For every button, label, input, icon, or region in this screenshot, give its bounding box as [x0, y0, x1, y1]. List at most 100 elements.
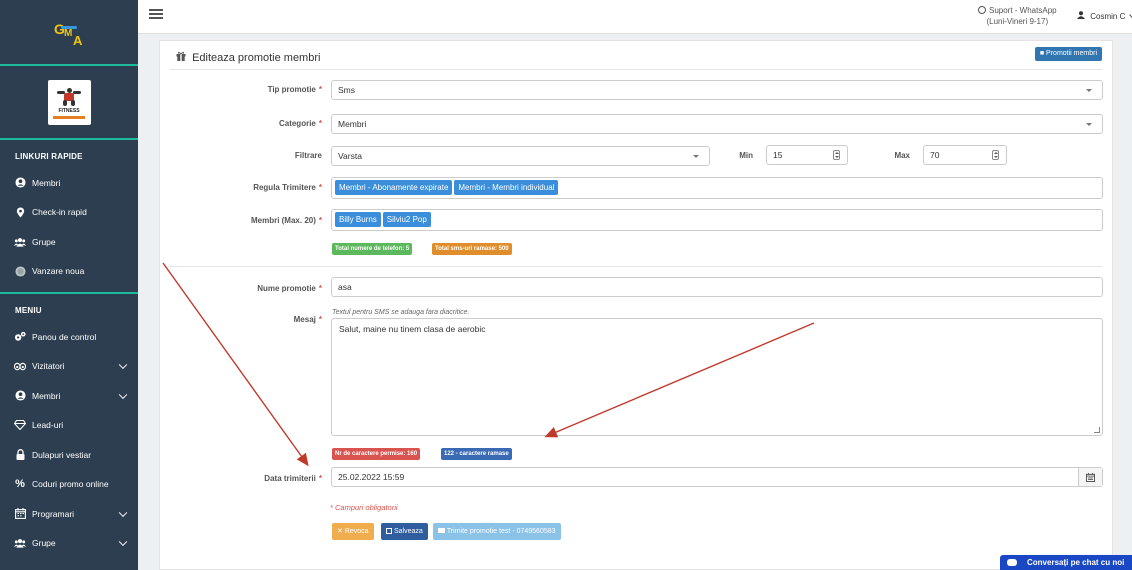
calendar-button[interactable] [1078, 468, 1102, 486]
required-fields-note: * Campuri obligatorii [330, 503, 398, 512]
gym-logo-text: FITNESS [58, 107, 80, 114]
calendar-icon [1086, 472, 1095, 482]
gift-icon [176, 51, 186, 64]
support-whatsapp-link[interactable]: Suport - WhatsApp (Luni-Vineri 9-17) [978, 5, 1057, 27]
menu-item-dulapuri-vestiar[interactable]: Dulapuri vestiar [0, 440, 138, 470]
chevron-down-icon [118, 390, 128, 399]
mesaj-label: Mesaj * [293, 315, 322, 324]
topbar: Suport - WhatsApp (Luni-Vineri 9-17) Cos… [138, 0, 1132, 34]
nume-promotie-label: Nume promotie * [257, 284, 322, 293]
quick-link-vanzare-noua[interactable]: Vanzare noua [0, 257, 138, 287]
quick-link-grupe[interactable]: Grupe [0, 227, 138, 257]
membri-label: Membri (Max. 20) * [250, 216, 322, 225]
eye-icon [14, 360, 26, 372]
menu-item-panou-de-control[interactable]: Panou de control [0, 322, 138, 352]
menu-item-programari[interactable]: Programari [0, 499, 138, 529]
user-circle-icon [14, 177, 26, 189]
gym-logo-area: FITNESS [0, 66, 138, 140]
user-menu[interactable]: Cosmin C [1077, 11, 1132, 21]
close-icon: ✕ [337, 528, 343, 535]
caret-down-icon [1086, 89, 1092, 92]
quick-link-label: Check-in rapid [32, 207, 87, 218]
page-title: Editeaza promotie membri [176, 51, 320, 64]
regula-tag[interactable]: Membri - Abonamente expirate [335, 180, 453, 195]
regula-trimitere-multiselect[interactable]: Membri - Abonamente expirate Membri - Mem… [331, 177, 1103, 199]
max-age-input[interactable]: 70 [923, 145, 1007, 165]
regula-tag[interactable]: Membri - Membri individual [454, 180, 559, 195]
chevron-down-icon [118, 537, 128, 547]
brand-logo[interactable]: GMA [0, 0, 138, 66]
users-icon [14, 537, 26, 549]
user-icon [1077, 11, 1085, 21]
map-pin-icon [14, 206, 26, 218]
gma-logo-icon: GMA [54, 21, 83, 48]
menu-item-label: Programari [32, 508, 75, 519]
quick-link-check-in[interactable]: Check-in rapid [0, 198, 138, 228]
mesaj-textarea[interactable]: Salut, maine nu tinem clasa de aerobic [331, 318, 1103, 436]
mesaj-hint: Textul pentru SMS se adauga fara diacrit… [332, 309, 470, 316]
chars-left-badge: 122 - caractere ramase [441, 448, 512, 460]
phone-count-badge: Total numere de telefon: 5 [332, 243, 413, 255]
chars-allowed-badge: Nr de caractere permise: 160 [332, 448, 421, 460]
number-spinner-icon[interactable] [992, 150, 999, 160]
lock-icon [14, 449, 26, 461]
caret-down-icon [1086, 123, 1092, 126]
fitness-figure-icon [56, 86, 82, 106]
menu-item-membri[interactable]: Membri [0, 381, 138, 411]
revoca-button[interactable]: ✕ Revoca [332, 523, 374, 540]
chevron-down-icon [118, 360, 128, 370]
nume-promotie-input[interactable]: asa [331, 277, 1103, 297]
tip-promotie-select[interactable]: Sms [331, 80, 1103, 100]
sidebar: GMA FITNESS LINKURI RAPIDE Membri Check-… [0, 0, 138, 570]
menu-item-label: Membri [32, 390, 61, 401]
menu-item-grupe[interactable]: Grupe [0, 529, 138, 559]
menu-item-lead-uri[interactable]: Lead-uri [0, 411, 138, 441]
quick-link-label: Vanzare noua [32, 266, 85, 277]
resize-handle-icon[interactable] [1094, 427, 1100, 433]
regula-trimitere-label: Regula Trimitere * [253, 183, 322, 192]
sms-left-badge: Total sms-uri ramase: 500 [432, 243, 512, 255]
data-trimiterii-label: Data trimiterii * [264, 474, 322, 483]
menu-item-vizitatori[interactable]: Vizitatori [0, 352, 138, 382]
quick-links: Membri Check-in rapid Grupe Vanzare noua [0, 168, 138, 286]
support-label: Suport - WhatsApp [989, 6, 1057, 15]
menu-item-label: Grupe [32, 538, 56, 549]
chat-widget-button[interactable]: Conversați pe chat cu noi [1000, 555, 1132, 570]
whatsapp-icon [978, 6, 986, 14]
menu-item-label: Vizitatori [32, 361, 65, 372]
salveaza-button[interactable]: Salveaza [381, 523, 428, 540]
gears-icon [14, 331, 26, 343]
percent-icon: % [15, 478, 25, 491]
gym-logo: FITNESS [47, 79, 91, 125]
calendar-icon [14, 508, 26, 520]
hamburger-menu-icon[interactable] [149, 9, 163, 19]
quick-link-membri[interactable]: Membri [0, 168, 138, 198]
quick-link-label: Grupe [32, 236, 56, 247]
menu-item-label: Dulapuri vestiar [32, 449, 92, 460]
user-name: Cosmin C [1090, 12, 1126, 21]
chat-bubble-icon [1007, 559, 1017, 566]
users-icon [14, 236, 26, 248]
diamond-icon [14, 419, 26, 431]
member-tag[interactable]: Billy Burns [335, 212, 381, 227]
promotii-membri-button[interactable]: ■ Promotii membri [1034, 47, 1102, 61]
data-trimiterii-input[interactable]: 25.02.2022 15:59 [331, 467, 1103, 487]
max-label: Max [894, 151, 910, 160]
member-tag[interactable]: Silviu2 Pop [382, 212, 431, 227]
menu-heading: MENIU [15, 305, 42, 315]
send-test-button[interactable]: Trimite promotie test - 0749560583 [433, 523, 561, 540]
quick-links-heading: LINKURI RAPIDE [15, 151, 83, 161]
tip-promotie-label: Tip promotie * [267, 85, 322, 94]
user-circle-icon [14, 390, 26, 402]
save-icon [386, 528, 392, 534]
promotion-edit-panel: Editeaza promotie membri ■ Promotii memb… [159, 40, 1113, 570]
membri-multiselect[interactable]: Billy Burns Silviu2 Pop [331, 209, 1103, 231]
categorie-select[interactable]: Membri [331, 114, 1103, 134]
menu-item-label: Lead-uri [32, 420, 64, 431]
chevron-down-icon [118, 508, 128, 517]
coin-icon [14, 265, 26, 277]
menu-item-coduri-promo[interactable]: % Coduri promo online [0, 470, 138, 500]
categorie-label: Categorie * [278, 119, 322, 128]
menu-item-label: Coduri promo online [32, 479, 109, 490]
filtrare-label: Filtrare [294, 151, 322, 160]
